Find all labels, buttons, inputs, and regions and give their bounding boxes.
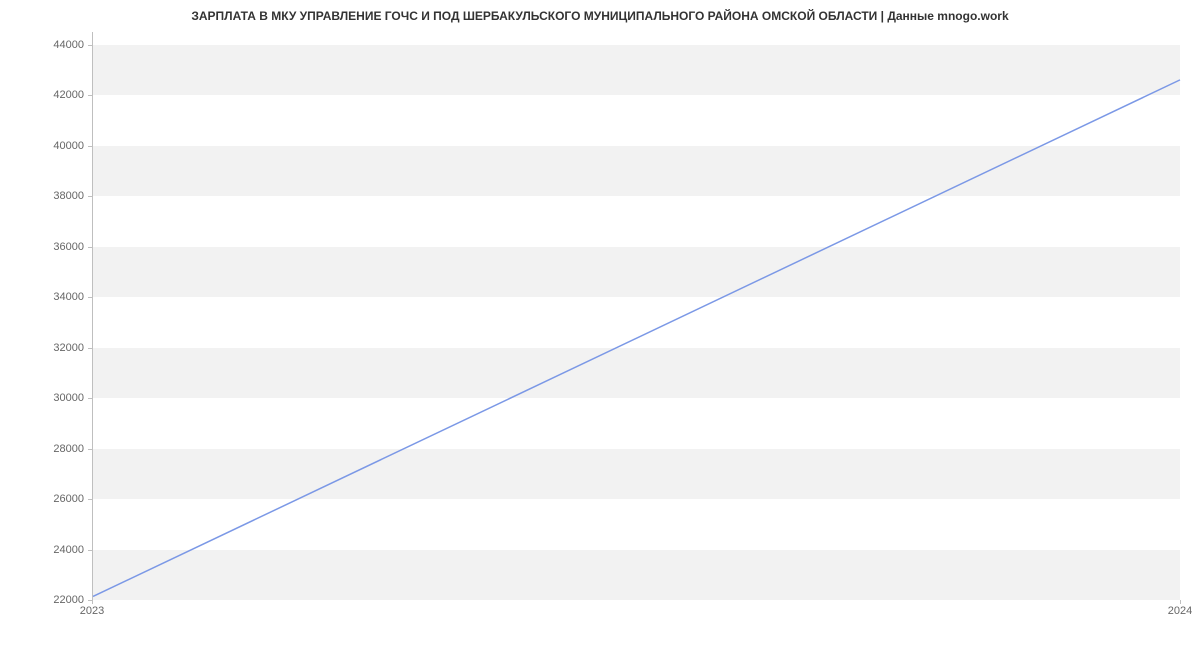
y-tick-label: 44000 [24, 39, 84, 51]
y-tick-mark [88, 146, 92, 147]
y-tick-mark [88, 550, 92, 551]
chart-container: ЗАРПЛАТА В МКУ УПРАВЛЕНИЕ ГОЧС И ПОД ШЕР… [0, 0, 1200, 650]
y-tick-label: 24000 [24, 544, 84, 556]
y-tick-mark [88, 398, 92, 399]
y-tick-label: 22000 [24, 594, 84, 606]
y-tick-mark [88, 95, 92, 96]
y-tick-label: 36000 [24, 241, 84, 253]
y-tick-label: 38000 [24, 190, 84, 202]
y-tick-mark [88, 45, 92, 46]
chart-line [93, 32, 1180, 599]
y-tick-mark [88, 247, 92, 248]
y-tick-label: 32000 [24, 342, 84, 354]
series-line [93, 80, 1180, 597]
y-tick-mark [88, 297, 92, 298]
y-tick-mark [88, 449, 92, 450]
y-tick-mark [88, 499, 92, 500]
y-tick-mark [88, 348, 92, 349]
y-tick-label: 28000 [24, 443, 84, 455]
y-tick-label: 26000 [24, 493, 84, 505]
y-tick-label: 34000 [24, 291, 84, 303]
y-tick-label: 30000 [24, 392, 84, 404]
x-tick-label: 2024 [1168, 605, 1192, 617]
y-tick-label: 42000 [24, 89, 84, 101]
x-tick-mark [92, 600, 93, 604]
y-tick-mark [88, 196, 92, 197]
x-tick-mark [1180, 600, 1181, 604]
x-tick-label: 2023 [80, 605, 104, 617]
y-tick-label: 40000 [24, 140, 84, 152]
chart-title: ЗАРПЛАТА В МКУ УПРАВЛЕНИЕ ГОЧС И ПОД ШЕР… [0, 9, 1200, 23]
plot-area [92, 32, 1180, 600]
